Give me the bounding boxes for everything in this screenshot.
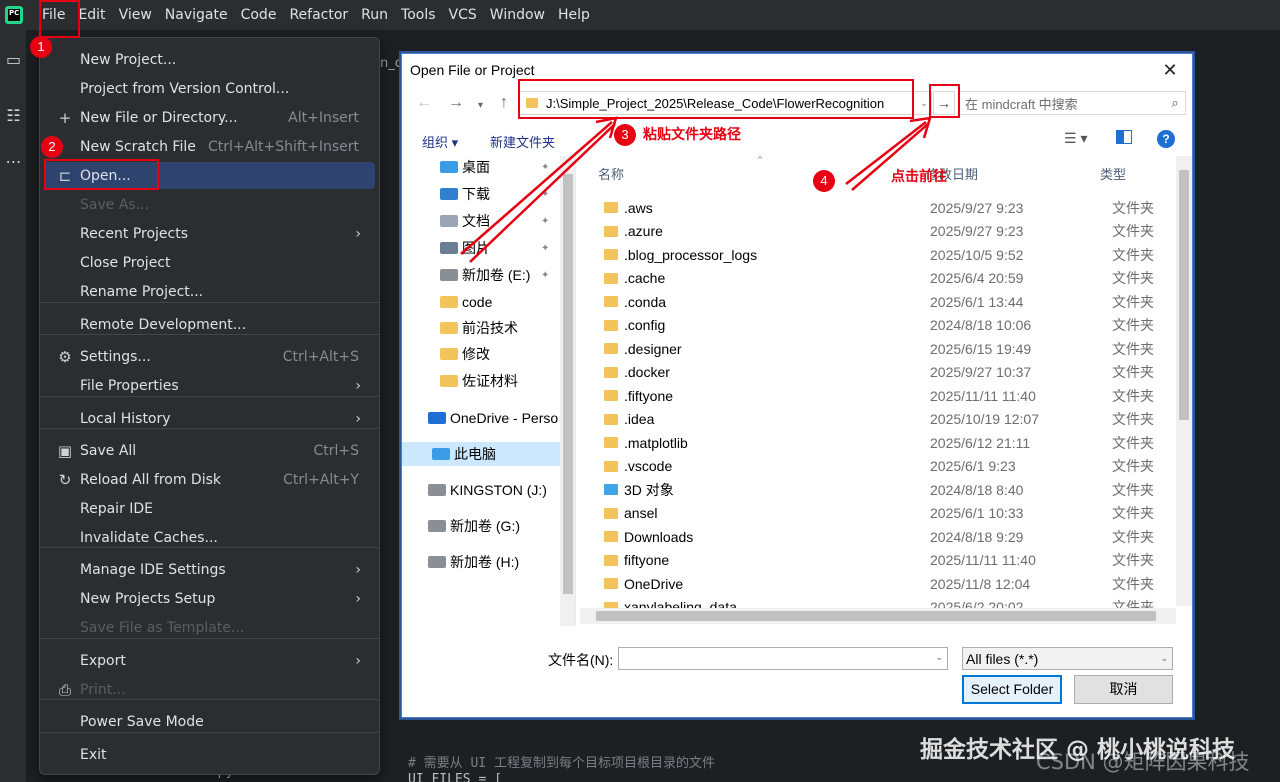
watermark-secondary: CSDN @矩阵因果科技 xyxy=(1036,750,1250,774)
logo-text: PC xyxy=(9,9,20,17)
arrow-to-go-button xyxy=(845,116,932,191)
annotation-arrows xyxy=(460,116,932,263)
arrow-to-address-bar xyxy=(460,116,618,263)
